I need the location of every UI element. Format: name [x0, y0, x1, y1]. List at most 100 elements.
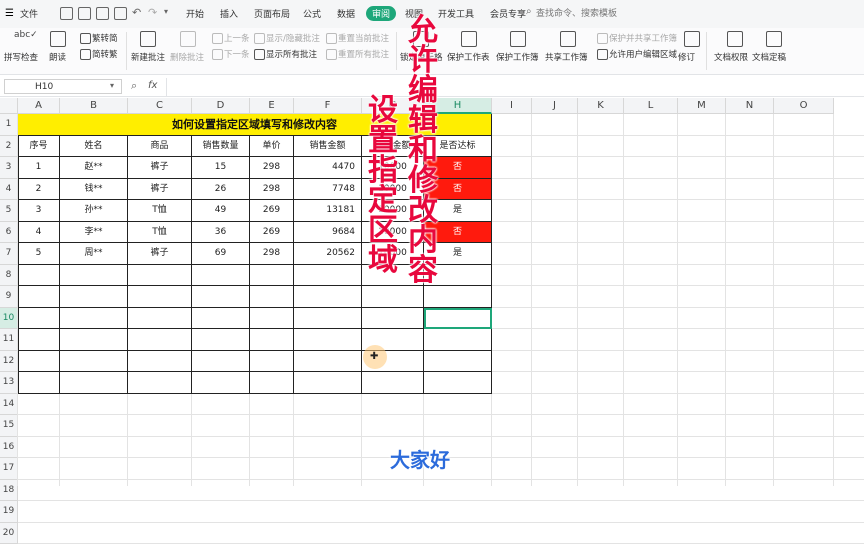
empty-cell[interactable] [192, 308, 250, 330]
table-cell[interactable]: 36 [192, 222, 250, 244]
table-header-cell[interactable]: 序号 [18, 136, 60, 158]
next-button[interactable]: 下一条 [224, 48, 250, 60]
tab-review[interactable]: 审阅 [366, 6, 396, 21]
table-cell[interactable]: 李** [60, 222, 128, 244]
table-cell[interactable]: 69 [192, 243, 250, 265]
column-header[interactable]: A [18, 98, 60, 114]
column-header[interactable]: I [492, 98, 532, 114]
empty-cell[interactable] [18, 372, 60, 394]
spell-check-icon[interactable]: abc✓ [14, 30, 38, 40]
reset-current-comment-icon[interactable] [326, 33, 337, 44]
column-header[interactable]: L [624, 98, 678, 114]
empty-cell[interactable] [294, 351, 362, 373]
column-header[interactable]: N [726, 98, 774, 114]
empty-cell[interactable] [424, 286, 492, 308]
empty-cell[interactable] [362, 372, 424, 394]
empty-cell[interactable] [128, 351, 192, 373]
select-all-corner[interactable] [0, 98, 18, 114]
empty-cell[interactable] [128, 329, 192, 351]
export-icon[interactable] [114, 7, 127, 20]
tab-member[interactable]: 会员专享 [490, 7, 526, 20]
row-header[interactable]: 19 [0, 501, 18, 523]
empty-cell[interactable] [192, 329, 250, 351]
show-all-comments-icon[interactable] [254, 49, 265, 60]
column-header[interactable]: C [128, 98, 192, 114]
simp-to-trad-button[interactable]: 简转繁 [92, 48, 118, 60]
protect-workbook-button[interactable]: 保护工作簿 [496, 51, 539, 63]
table-cell[interactable]: 裤子 [128, 179, 192, 201]
column-header[interactable]: M [678, 98, 726, 114]
undo-icon[interactable]: ↶ [132, 6, 141, 19]
table-cell[interactable]: 15 [192, 157, 250, 179]
tab-data[interactable]: 数据 [337, 7, 355, 20]
new-comment-icon[interactable] [140, 31, 156, 47]
empty-cell[interactable] [362, 308, 424, 330]
table-cell[interactable]: T恤 [128, 222, 192, 244]
empty-cell[interactable] [18, 286, 60, 308]
table-cell[interactable]: 赵** [60, 157, 128, 179]
next-icon[interactable] [212, 49, 223, 60]
protect-sheet-icon[interactable] [461, 31, 477, 47]
allow-edit-ranges-button[interactable]: 允许用户编辑区域 [609, 48, 677, 60]
table-cell[interactable]: 269 [250, 200, 294, 222]
trad-to-simp-button[interactable]: 繁转简 [92, 32, 118, 44]
empty-cell[interactable] [250, 372, 294, 394]
prev-icon[interactable] [212, 33, 223, 44]
row-header[interactable]: 14 [0, 394, 18, 416]
empty-cell[interactable] [60, 329, 128, 351]
table-cell[interactable]: 裤子 [128, 157, 192, 179]
table-cell[interactable]: 裤子 [128, 243, 192, 265]
empty-cell[interactable] [18, 308, 60, 330]
empty-cell[interactable] [294, 329, 362, 351]
row-header[interactable]: 17 [0, 458, 18, 480]
prev-button[interactable]: 上一条 [224, 32, 250, 44]
empty-cell[interactable] [250, 265, 294, 287]
table-header-cell[interactable]: 销售数量 [192, 136, 250, 158]
table-cell[interactable]: 49 [192, 200, 250, 222]
row-header[interactable]: 15 [0, 415, 18, 437]
table-cell[interactable]: 298 [250, 157, 294, 179]
formula-input[interactable] [166, 78, 167, 96]
read-aloud-icon[interactable] [50, 31, 66, 47]
empty-cell[interactable] [192, 286, 250, 308]
row-header[interactable]: 16 [0, 437, 18, 459]
protect-sheet-button[interactable]: 保护工作表 [447, 51, 490, 63]
doc-finalize-icon[interactable] [766, 31, 782, 47]
column-header[interactable]: D [192, 98, 250, 114]
print-icon[interactable] [78, 7, 91, 20]
zoom-icon[interactable]: ⌕ [131, 79, 137, 93]
table-cell[interactable]: 1 [18, 157, 60, 179]
row-header[interactable]: 9 [0, 286, 18, 308]
row-header[interactable]: 13 [0, 372, 18, 394]
empty-cell[interactable] [60, 372, 128, 394]
new-comment-button[interactable]: 新建批注 [131, 51, 165, 63]
table-cell[interactable]: 9684 [294, 222, 362, 244]
empty-cell[interactable] [250, 329, 294, 351]
print-preview-icon[interactable] [96, 7, 109, 20]
row-header[interactable]: 4 [0, 179, 18, 201]
allow-edit-ranges-icon[interactable] [597, 49, 608, 60]
selected-cell-h10[interactable] [424, 308, 492, 330]
row-header[interactable]: 12 [0, 351, 18, 373]
empty-cell[interactable] [294, 286, 362, 308]
menu-file[interactable]: 文件 [20, 7, 38, 20]
table-cell[interactable]: T恤 [128, 200, 192, 222]
empty-cell[interactable] [128, 286, 192, 308]
column-header[interactable]: K [578, 98, 624, 114]
tab-home[interactable]: 开始 [186, 7, 204, 20]
share-workbook-button[interactable]: 共享工作簿 [545, 51, 588, 63]
spell-check-button[interactable]: 拼写检查 [4, 51, 38, 63]
row-header[interactable]: 20 [0, 523, 18, 544]
empty-cell[interactable] [424, 351, 492, 373]
show-hide-comment-button[interactable]: 显示/隐藏批注 [266, 32, 320, 44]
delete-comment-icon[interactable] [180, 31, 196, 47]
show-all-comments-button[interactable]: 显示所有批注 [266, 48, 317, 60]
delete-comment-button[interactable]: 删除批注 [170, 51, 204, 63]
row-header[interactable]: 1 [0, 114, 18, 136]
table-cell[interactable]: 269 [250, 222, 294, 244]
empty-cell[interactable] [362, 286, 424, 308]
column-header[interactable]: J [532, 98, 578, 114]
save-icon[interactable] [60, 7, 73, 20]
table-cell[interactable]: 4 [18, 222, 60, 244]
row-header[interactable]: 10 [0, 308, 18, 330]
